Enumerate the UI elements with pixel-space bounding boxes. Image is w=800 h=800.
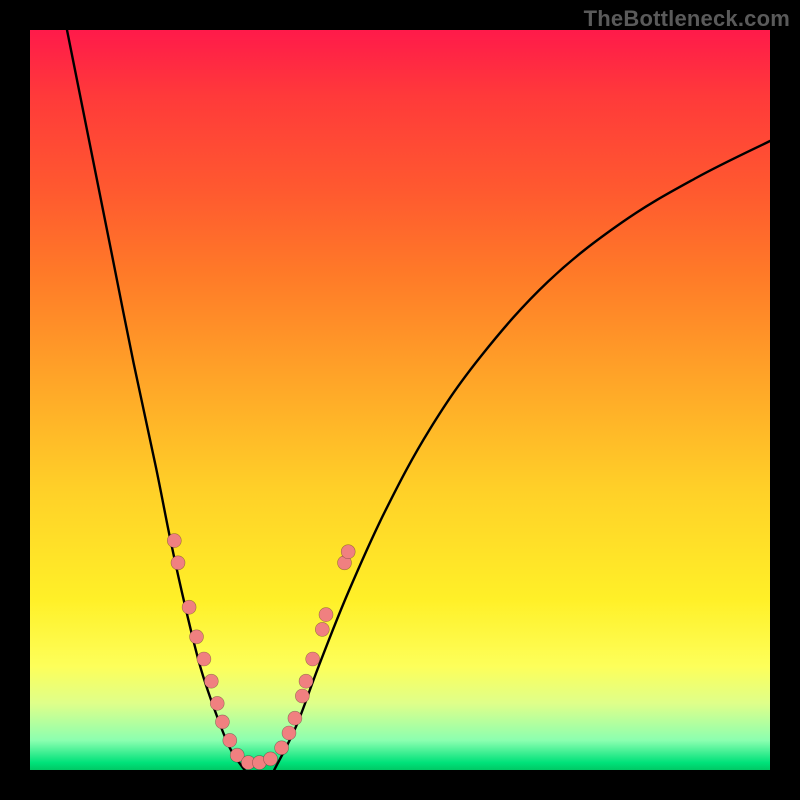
- data-dot: [215, 715, 229, 729]
- data-dot: [190, 630, 204, 644]
- watermark-text: TheBottleneck.com: [584, 6, 790, 32]
- data-dot: [288, 711, 302, 725]
- data-dot: [315, 622, 329, 636]
- data-dot: [341, 545, 355, 559]
- data-dot: [299, 674, 313, 688]
- curves-svg: [30, 30, 770, 770]
- data-dot: [210, 696, 224, 710]
- data-dot: [275, 741, 289, 755]
- chart-frame: TheBottleneck.com: [0, 0, 800, 800]
- data-dot: [264, 752, 278, 766]
- curve-left: [67, 30, 245, 770]
- data-dot: [197, 652, 211, 666]
- curve-group: [67, 30, 770, 770]
- data-dot: [319, 608, 333, 622]
- data-dot: [295, 689, 309, 703]
- data-dot: [204, 674, 218, 688]
- plot-area: [30, 30, 770, 770]
- data-dot: [306, 652, 320, 666]
- data-dot: [182, 600, 196, 614]
- data-dot: [167, 534, 181, 548]
- curve-right: [274, 141, 770, 770]
- data-dot: [282, 726, 296, 740]
- data-dot: [223, 733, 237, 747]
- data-dot: [171, 556, 185, 570]
